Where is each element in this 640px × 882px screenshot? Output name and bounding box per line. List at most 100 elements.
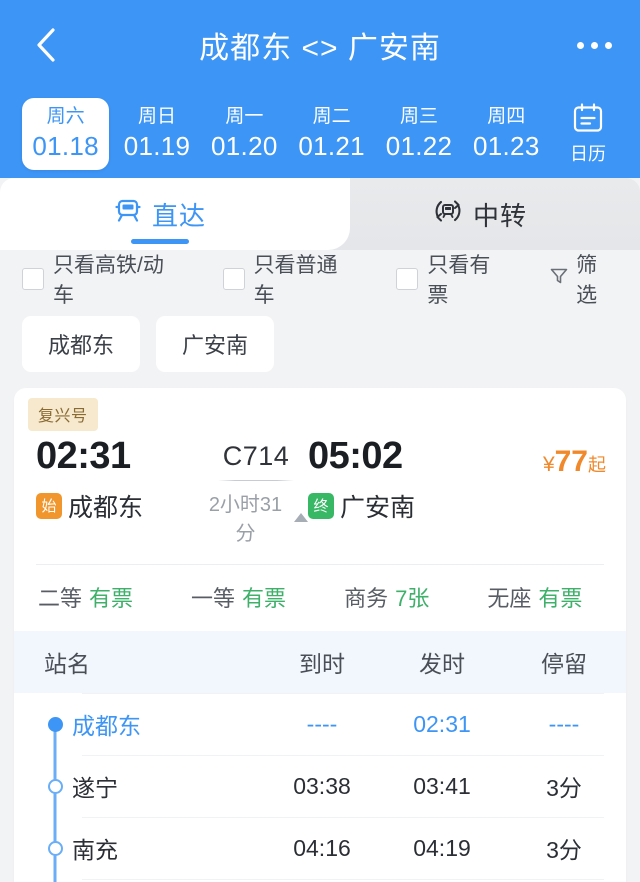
seat-label: 一等 [191, 586, 236, 611]
ellipsis-icon [577, 41, 584, 49]
departure-station: 成都东 [68, 493, 144, 522]
departure-block: 02:31 始 成都东 [36, 435, 204, 524]
back-button[interactable] [28, 28, 62, 62]
date-selector: 周六 01.18 周日 01.19 周一 01.20 周二 01.21 周三 0… [0, 90, 640, 178]
arrival-station: 广安南 [340, 493, 416, 522]
station-chip-origin[interactable]: 成都东 [22, 316, 141, 372]
date-chip-0[interactable]: 周六 01.18 [22, 97, 110, 171]
station-chip-row: 成都东 广安南 [0, 308, 640, 388]
date-chip-1[interactable]: 周日 01.19 [113, 98, 200, 170]
timetable: 站名 到时 发时 停留 成都东 ---- 02:31 ---- 遂宁 03:38… [14, 631, 626, 882]
arrival-station-line: 终 广安南 [308, 488, 486, 524]
filter-checkbox-highspeed[interactable]: 只看高铁/动车 [22, 249, 185, 309]
nav-bar: 成都东 <> 广安南 [0, 0, 640, 90]
seat-label: 无座 [487, 586, 532, 611]
route-line [218, 480, 294, 481]
departure-cell: 03:41 [413, 772, 471, 799]
ellipsis-icon [605, 41, 612, 49]
page-title: 成都东 <> 广安南 [199, 32, 441, 65]
station-cell: 南充 [14, 817, 262, 879]
tab-transfer[interactable]: 中转 [320, 178, 640, 250]
train-summary: 02:31 始 成都东 C714 2小时31分 05:02 终 广安南 ¥77起 [14, 431, 626, 564]
filter-label: 只看普通车 [253, 254, 338, 307]
train-card[interactable]: 复兴号 02:31 始 成都东 C714 2小时31分 05:02 终 广安南 … [14, 388, 626, 882]
duration-toggle[interactable]: 2小时31分 [204, 488, 308, 546]
column-header-departure: 发时 [419, 651, 465, 677]
currency-symbol: ¥ [542, 453, 555, 476]
departure-time: 02:31 [36, 435, 131, 477]
station-dot-hollow [47, 778, 63, 794]
chevron-left-icon [37, 28, 55, 62]
seat-label: 二等 [38, 586, 83, 611]
stop-cell: 3分 [546, 775, 582, 801]
caret-up-icon [294, 512, 308, 522]
price-value: 77 [554, 445, 588, 478]
seat-label: 商务 [344, 586, 389, 611]
seat-value: 有票 [89, 586, 134, 611]
content-sheet: 直达 中转 只看高铁/动车 只看普通车 只看有票 筛选 成都东 广安南 复兴号 … [0, 178, 640, 882]
tab-direct[interactable]: 直达 [0, 178, 320, 250]
seat-value: 有票 [242, 586, 287, 611]
funnel-icon [549, 266, 569, 292]
date-chip-3[interactable]: 周二 01.21 [288, 98, 375, 170]
fuxing-badge: 复兴号 [28, 398, 98, 431]
transfer-train-icon [433, 196, 463, 233]
date-number: 01.19 [123, 131, 191, 162]
seat-class-first[interactable]: 一等 有票 [191, 581, 286, 613]
origin-tag-badge: 始 [36, 492, 62, 519]
station-chip-destination[interactable]: 广安南 [156, 316, 275, 372]
arrival-cell: 03:38 [293, 772, 351, 799]
date-chip-4[interactable]: 周三 01.22 [375, 98, 462, 170]
app-root: 成都东 <> 广安南 周六 01.18 周日 01.19 周一 01.20 周二 [0, 0, 640, 882]
seat-class-second[interactable]: 二等 有票 [38, 581, 133, 613]
stop-cell: 3分 [546, 837, 582, 863]
station-name: 南充 [72, 837, 118, 863]
seat-class-business[interactable]: 商务 7张 [344, 581, 429, 613]
filter-button-label: 筛选 [576, 254, 598, 307]
timeline-marker [38, 693, 72, 755]
filter-checkbox-normal[interactable]: 只看普通车 [222, 249, 359, 309]
station-name: 遂宁 [72, 775, 118, 801]
arrival-time: 05:02 [308, 435, 403, 477]
departure-station-line: 始 成都东 [36, 488, 204, 524]
seat-availability-row: 二等 有票 一等 有票 商务 7张 无座 有票 [14, 565, 626, 631]
column-header-station: 站名 [44, 651, 90, 677]
date-chip-2[interactable]: 周一 01.20 [201, 98, 288, 170]
arrival-cell: 04:16 [293, 834, 351, 861]
stop-cell: ---- [548, 710, 580, 737]
column-header-stop: 停留 [541, 651, 587, 677]
filter-checkbox-available[interactable]: 只看有票 [396, 249, 511, 309]
calendar-button[interactable]: 日历 [550, 101, 626, 168]
date-number: 01.22 [385, 131, 453, 162]
filters-section: 只看高铁/动车 只看普通车 只看有票 筛选 成都东 广安南 [0, 250, 640, 388]
tab-bar: 直达 中转 [0, 178, 640, 250]
tab-direct-label: 直达 [151, 200, 206, 231]
calendar-label: 日历 [569, 143, 606, 164]
train-middle-block: C714 2小时31分 [204, 435, 308, 546]
price-block[interactable]: ¥77起 [486, 435, 606, 479]
filter-button[interactable]: 筛选 [549, 249, 618, 309]
seat-class-standing[interactable]: 无座 有票 [487, 581, 582, 613]
duration-text: 2小时31分 [208, 494, 283, 545]
checkbox-icon [222, 268, 245, 290]
station-dot-hollow [47, 840, 63, 856]
checkbox-icon [22, 268, 44, 290]
train-icon [114, 197, 142, 232]
tab-transfer-label: 中转 [472, 200, 527, 231]
table-row: 遂宁 03:38 03:41 3分 [14, 755, 626, 817]
departure-cell: 02:31 [413, 710, 471, 737]
arrival-block: 05:02 终 广安南 [308, 435, 486, 524]
station-dot-filled [47, 716, 63, 732]
station-cell: 遂宁 [14, 755, 262, 817]
price-suffix: 起 [588, 455, 606, 475]
date-chip-5[interactable]: 周四 01.23 [463, 98, 550, 170]
table-row: 成都东 ---- 02:31 ---- [14, 693, 626, 755]
station-name: 成都东 [72, 713, 141, 739]
filter-label: 只看有票 [427, 254, 491, 307]
seat-value: 有票 [538, 586, 583, 611]
date-number: 01.23 [473, 131, 540, 162]
more-options-button[interactable] [577, 41, 612, 49]
checkbox-icon [396, 268, 419, 290]
date-weekday: 周一 [225, 105, 264, 127]
train-number: C714 [222, 441, 290, 471]
